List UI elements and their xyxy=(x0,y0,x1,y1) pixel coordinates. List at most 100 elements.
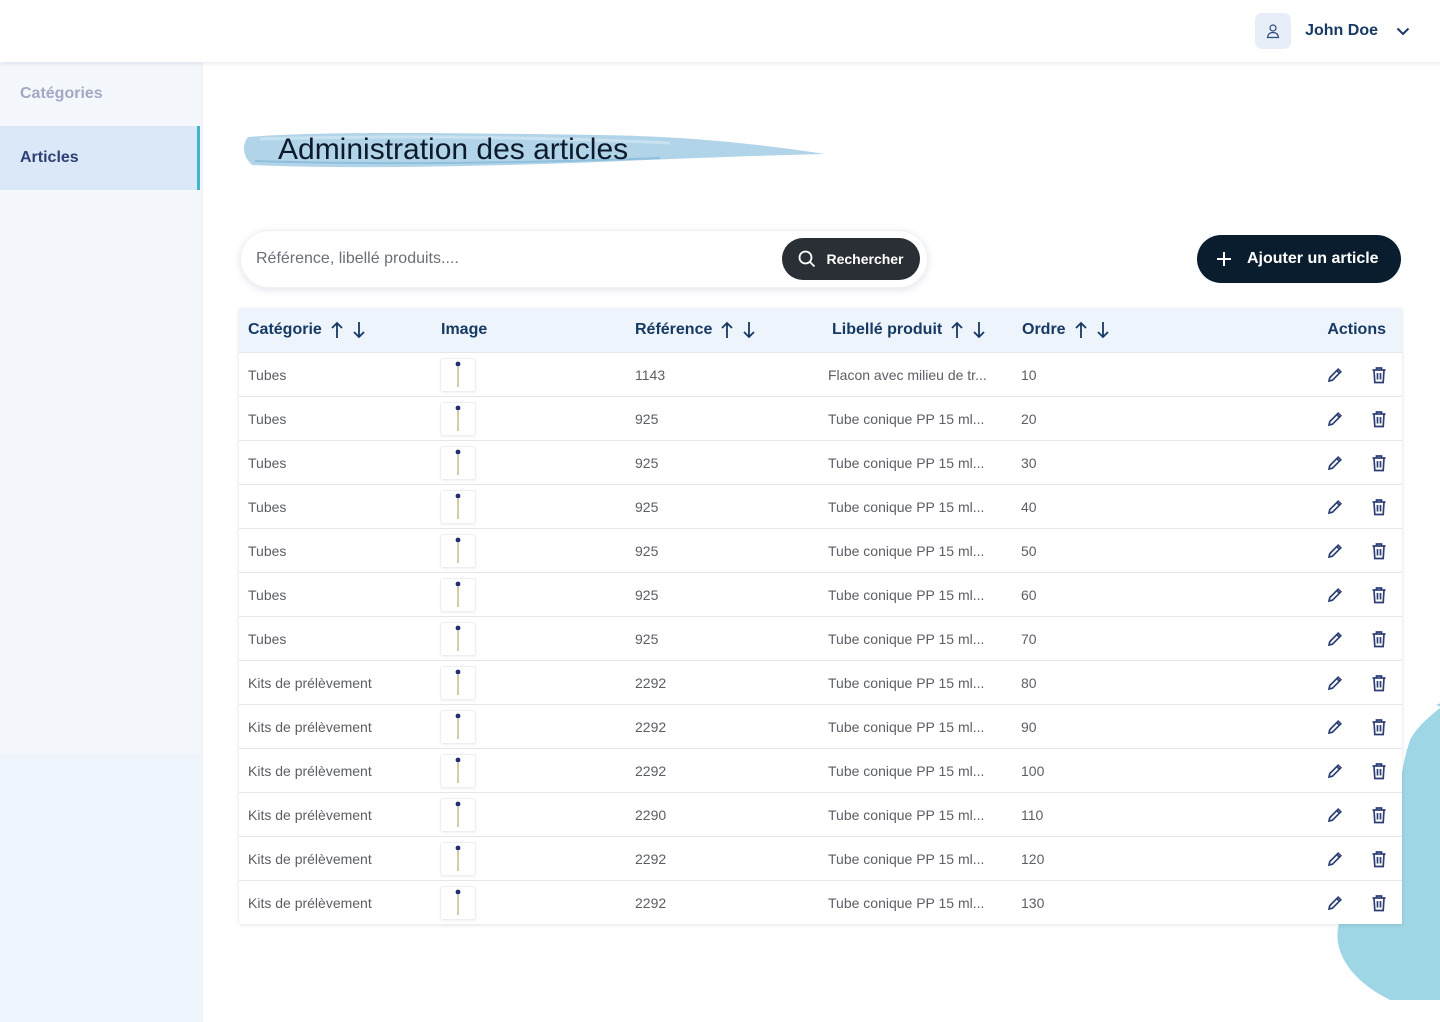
product-thumbnail xyxy=(440,358,476,392)
edit-icon[interactable] xyxy=(1324,848,1346,870)
search-icon xyxy=(799,250,816,268)
table-row: Kits de prélèvement 2292 Tube conique PP 1… xyxy=(239,704,1402,748)
table-row: Tubes 925 Tube conique PP 15 ml... 50 xyxy=(239,528,1402,572)
cell-order: 60 xyxy=(1021,586,1037,603)
sort-asc-icon[interactable] xyxy=(1074,321,1088,339)
plus-icon xyxy=(1217,252,1231,266)
delete-icon[interactable] xyxy=(1368,628,1390,650)
sort-asc-icon[interactable] xyxy=(720,321,734,339)
cell-category: Kits de prélèvement xyxy=(248,806,372,823)
table-row: Tubes 1143 Flacon avec milieu de tr... 10 xyxy=(239,352,1402,396)
table-header: Catégorie Image Référence Libellé produi… xyxy=(239,308,1402,352)
table-row: Tubes 925 Tube conique PP 15 ml... 30 xyxy=(239,440,1402,484)
sort-desc-icon[interactable] xyxy=(352,321,366,339)
cell-product-label: Tube conique PP 15 ml... xyxy=(828,674,985,691)
edit-icon[interactable] xyxy=(1324,452,1346,474)
delete-icon[interactable] xyxy=(1368,892,1390,914)
search-button-label: Rechercher xyxy=(826,251,904,267)
page-title-area: Administration des articles xyxy=(240,125,830,175)
edit-icon[interactable] xyxy=(1324,584,1346,606)
header-category-label: Catégorie xyxy=(248,321,322,338)
delete-icon[interactable] xyxy=(1368,716,1390,738)
sort-desc-icon[interactable] xyxy=(742,321,756,339)
delete-icon[interactable] xyxy=(1368,584,1390,606)
search-button[interactable]: Rechercher xyxy=(782,238,920,280)
user-menu[interactable]: John Doe xyxy=(1255,13,1410,49)
product-thumbnail xyxy=(440,710,476,744)
delete-icon[interactable] xyxy=(1368,496,1390,518)
delete-icon[interactable] xyxy=(1368,760,1390,782)
edit-icon[interactable] xyxy=(1324,892,1346,914)
cell-reference: 925 xyxy=(635,586,659,603)
cell-order: 100 xyxy=(1021,762,1045,779)
cell-product-label: Tube conique PP 15 ml... xyxy=(828,718,985,735)
sort-desc-icon[interactable] xyxy=(1096,321,1110,339)
cell-reference: 2292 xyxy=(635,674,667,691)
edit-icon[interactable] xyxy=(1324,628,1346,650)
cell-product-label: Tube conique PP 15 ml... xyxy=(828,894,985,911)
header-product-label: Libellé produit xyxy=(832,308,986,352)
edit-icon[interactable] xyxy=(1324,408,1346,430)
chevron-down-icon[interactable] xyxy=(1396,27,1410,36)
product-thumbnail xyxy=(440,578,476,612)
cell-category: Kits de prélèvement xyxy=(248,674,372,691)
header-image-label: Image xyxy=(441,321,488,338)
user-icon xyxy=(1266,24,1280,39)
delete-icon[interactable] xyxy=(1368,848,1390,870)
cell-reference: 2292 xyxy=(635,718,667,735)
edit-icon[interactable] xyxy=(1324,496,1346,518)
cell-product-label: Tube conique PP 15 ml... xyxy=(828,850,985,867)
edit-icon[interactable] xyxy=(1324,364,1346,386)
cell-order: 130 xyxy=(1021,894,1045,911)
cell-reference: 2292 xyxy=(635,850,667,867)
delete-icon[interactable] xyxy=(1368,364,1390,386)
delete-icon[interactable] xyxy=(1368,672,1390,694)
cell-reference: 925 xyxy=(635,454,659,471)
cell-category: Kits de prélèvement xyxy=(248,894,372,911)
cell-order: 120 xyxy=(1021,850,1045,867)
cell-reference: 925 xyxy=(635,498,659,515)
edit-icon[interactable] xyxy=(1324,672,1346,694)
avatar xyxy=(1255,13,1292,49)
product-thumbnail xyxy=(440,842,476,876)
search-input[interactable] xyxy=(256,244,776,274)
table-row: Kits de prélèvement 2290 Tube conique PP 1… xyxy=(239,792,1402,836)
search-bar: Rechercher xyxy=(240,230,928,288)
add-article-button[interactable]: Ajouter un article xyxy=(1197,235,1401,283)
delete-icon[interactable] xyxy=(1368,452,1390,474)
header-actions: Actions xyxy=(1327,308,1386,352)
table-row: Kits de prélèvement 2292 Tube conique PP 1… xyxy=(239,660,1402,704)
cell-category: Kits de prélèvement xyxy=(248,718,372,735)
sidebar-item-label: Catégories xyxy=(20,85,103,102)
sort-desc-icon[interactable] xyxy=(972,321,986,339)
delete-icon[interactable] xyxy=(1368,540,1390,562)
cell-category: Tubes xyxy=(248,498,287,515)
sidebar-item-articles[interactable]: Articles xyxy=(0,126,200,190)
sort-asc-icon[interactable] xyxy=(330,321,344,339)
edit-icon[interactable] xyxy=(1324,540,1346,562)
sidebar-item-categories[interactable]: Catégories xyxy=(0,62,200,126)
page-title: Administration des articles xyxy=(278,133,629,166)
product-thumbnail xyxy=(440,490,476,524)
cell-order: 50 xyxy=(1021,542,1037,559)
edit-icon[interactable] xyxy=(1324,804,1346,826)
header-actions-label: Actions xyxy=(1327,321,1386,338)
cell-order: 30 xyxy=(1021,454,1037,471)
cell-reference: 2292 xyxy=(635,894,667,911)
sort-asc-icon[interactable] xyxy=(950,321,964,339)
cell-product-label: Tube conique PP 15 ml... xyxy=(828,630,985,647)
header-reference: Référence xyxy=(635,308,756,352)
delete-icon[interactable] xyxy=(1368,408,1390,430)
product-thumbnail xyxy=(440,798,476,832)
top-bar: John Doe xyxy=(0,0,1440,62)
cell-category: Tubes xyxy=(248,454,287,471)
delete-icon[interactable] xyxy=(1368,804,1390,826)
cell-product-label: Tube conique PP 15 ml... xyxy=(828,454,985,471)
cell-product-label: Tube conique PP 15 ml... xyxy=(828,806,985,823)
product-thumbnail xyxy=(440,886,476,920)
edit-icon[interactable] xyxy=(1324,760,1346,782)
cell-product-label: Tube conique PP 15 ml... xyxy=(828,586,985,603)
header-order-label: Ordre xyxy=(1022,321,1066,338)
edit-icon[interactable] xyxy=(1324,716,1346,738)
cell-category: Tubes xyxy=(248,542,287,559)
